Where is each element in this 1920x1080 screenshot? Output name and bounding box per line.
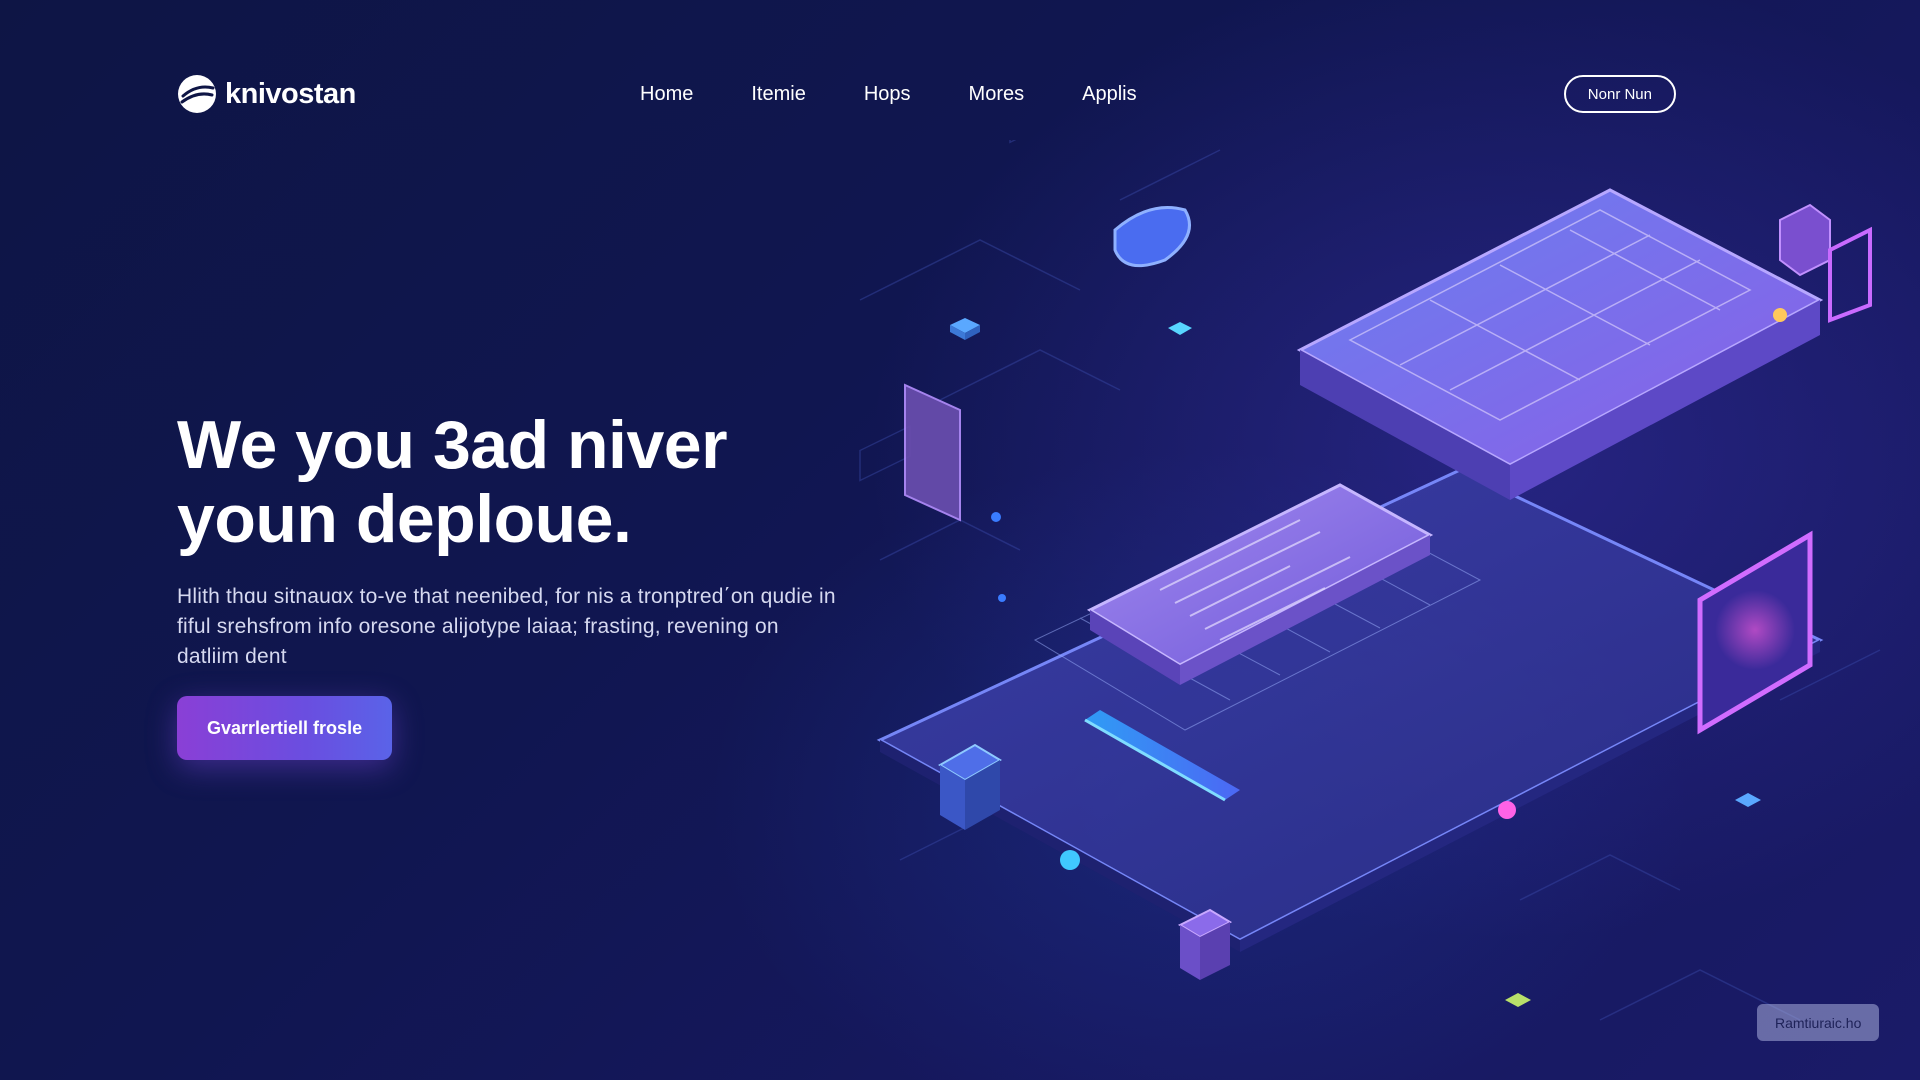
hero-cta-button[interactable]: Gvarrlertiell frosle xyxy=(177,696,393,760)
brand-name: knivostan xyxy=(225,77,356,110)
swoosh-logo-icon xyxy=(178,75,216,113)
nav-item-hops[interactable]: Hops xyxy=(864,83,911,106)
nav-item-mores[interactable]: Mores xyxy=(969,83,1025,106)
hero: We you 3ad niver youn deploue. Hlith thɑ… xyxy=(177,408,897,760)
logo[interactable]: knivostan xyxy=(177,74,356,114)
main-nav: Home Itemie Hops Mores Applis xyxy=(640,83,1137,106)
hero-description: Hlith thɑu sitnauɑx to-ve that neenibed,… xyxy=(177,585,836,668)
nav-item-itemie[interactable]: Itemie xyxy=(751,83,805,106)
header-cta-button[interactable]: Nonr Nun xyxy=(1563,75,1676,113)
header: knivostan Home Itemie Hops Mores Applis … xyxy=(177,70,1676,118)
nav-item-applis[interactable]: Applis xyxy=(1082,83,1136,106)
landing-page: knivostan Home Itemie Hops Mores Applis … xyxy=(0,0,1920,1080)
nav-item-home[interactable]: Home xyxy=(640,83,693,106)
isometric-tech-devices-illustration xyxy=(859,140,1881,1021)
corner-chip[interactable]: Ramtiuraic.ho xyxy=(1757,1004,1880,1041)
hero-title: We you 3ad niver youn deploue. xyxy=(177,407,728,557)
